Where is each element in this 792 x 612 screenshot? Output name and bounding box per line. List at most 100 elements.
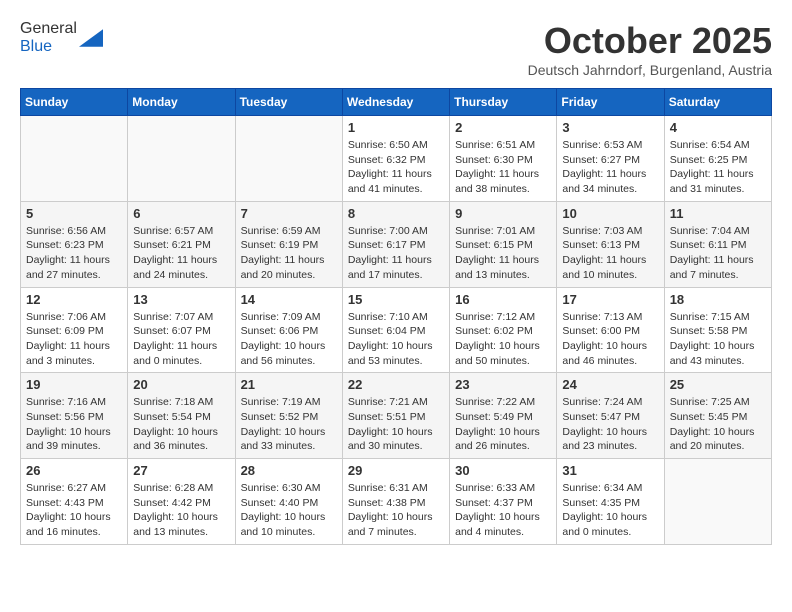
day-info: Sunrise: 6:33 AMSunset: 4:37 PMDaylight:… [455,481,551,540]
weekday-header-friday: Friday [557,89,664,116]
day-cell: 10 Sunrise: 7:03 AMSunset: 6:13 PMDayligh… [557,201,664,287]
day-info: Sunrise: 7:25 AMSunset: 5:45 PMDaylight:… [670,395,766,454]
day-info: Sunrise: 7:01 AMSunset: 6:15 PMDaylight:… [455,224,551,283]
day-info: Sunrise: 6:51 AMSunset: 6:30 PMDaylight:… [455,138,551,197]
weekday-header-tuesday: Tuesday [235,89,342,116]
logo: General Blue [20,20,103,56]
day-info: Sunrise: 6:27 AMSunset: 4:43 PMDaylight:… [26,481,122,540]
day-number: 24 [562,377,658,392]
day-number: 14 [241,292,337,307]
day-cell: 7Sunrise: 6:59 AMSunset: 6:19 PMDaylight… [235,201,342,287]
day-number: 8 [348,206,444,221]
weekday-header-saturday: Saturday [664,89,771,116]
day-cell: 15 Sunrise: 7:10 AMSunset: 6:04 PMDayligh… [342,287,449,373]
weekday-header-sunday: Sunday [21,89,128,116]
day-number: 30 [455,463,551,478]
day-cell: 21Sunrise: 7:19 AMSunset: 5:52 PMDayligh… [235,373,342,459]
day-cell: 11 Sunrise: 7:04 AMSunset: 6:11 PMDayligh… [664,201,771,287]
day-cell: 6Sunrise: 6:57 AMSunset: 6:21 PMDaylight… [128,201,235,287]
day-info: Sunrise: 7:15 AMSunset: 5:58 PMDaylight:… [670,310,766,369]
day-number: 3 [562,120,658,135]
page-header: General Blue October 2025 Deutsch Jahrnd… [20,20,772,78]
day-cell: 30 Sunrise: 6:33 AMSunset: 4:37 PMDayligh… [450,459,557,545]
day-number: 18 [670,292,766,307]
weekday-header-thursday: Thursday [450,89,557,116]
day-cell: 19 Sunrise: 7:16 AMSunset: 5:56 PMDayligh… [21,373,128,459]
day-number: 11 [670,206,766,221]
day-info: Sunrise: 7:03 AMSunset: 6:13 PMDaylight:… [562,224,658,283]
week-row-3: 12 Sunrise: 7:06 AMSunset: 6:09 PMDayligh… [21,287,772,373]
day-number: 10 [562,206,658,221]
weekday-header-monday: Monday [128,89,235,116]
calendar-header: SundayMondayTuesdayWednesdayThursdayFrid… [21,89,772,116]
day-cell: 17Sunrise: 7:13 AMSunset: 6:00 PMDayligh… [557,287,664,373]
day-number: 31 [562,463,658,478]
week-row-5: 26 Sunrise: 6:27 AMSunset: 4:43 PMDayligh… [21,459,772,545]
day-cell [21,116,128,202]
day-number: 20 [133,377,229,392]
day-number: 19 [26,377,122,392]
day-number: 23 [455,377,551,392]
day-number: 5 [26,206,122,221]
day-number: 22 [348,377,444,392]
day-number: 28 [241,463,337,478]
day-number: 16 [455,292,551,307]
month-title: October 2025 [528,20,772,62]
day-cell: 13Sunrise: 7:07 AMSunset: 6:07 PMDayligh… [128,287,235,373]
day-number: 2 [455,120,551,135]
week-row-1: 1Sunrise: 6:50 AMSunset: 6:32 PMDaylight… [21,116,772,202]
day-cell: 5 Sunrise: 6:56 AMSunset: 6:23 PMDaylight… [21,201,128,287]
day-info: Sunrise: 6:30 AMSunset: 4:40 PMDaylight:… [241,481,337,540]
week-row-2: 5 Sunrise: 6:56 AMSunset: 6:23 PMDaylight… [21,201,772,287]
day-info: Sunrise: 7:06 AMSunset: 6:09 PMDaylight:… [26,310,122,369]
day-number: 1 [348,120,444,135]
day-number: 27 [133,463,229,478]
day-info: Sunrise: 7:12 AMSunset: 6:02 PMDaylight:… [455,310,551,369]
day-cell: 4Sunrise: 6:54 AMSunset: 6:25 PMDaylight… [664,116,771,202]
day-cell: 29Sunrise: 6:31 AMSunset: 4:38 PMDayligh… [342,459,449,545]
day-number: 13 [133,292,229,307]
day-cell: 23 Sunrise: 7:22 AMSunset: 5:49 PMDayligh… [450,373,557,459]
day-number: 9 [455,206,551,221]
day-cell: 25 Sunrise: 7:25 AMSunset: 5:45 PMDayligh… [664,373,771,459]
day-number: 15 [348,292,444,307]
day-info: Sunrise: 7:00 AMSunset: 6:17 PMDaylight:… [348,224,444,283]
day-cell: 9 Sunrise: 7:01 AMSunset: 6:15 PMDaylight… [450,201,557,287]
day-number: 25 [670,377,766,392]
day-cell: 22 Sunrise: 7:21 AMSunset: 5:51 PMDayligh… [342,373,449,459]
day-number: 21 [241,377,337,392]
day-number: 12 [26,292,122,307]
day-cell: 3Sunrise: 6:53 AMSunset: 6:27 PMDaylight… [557,116,664,202]
day-info: Sunrise: 7:22 AMSunset: 5:49 PMDaylight:… [455,395,551,454]
day-info: Sunrise: 7:13 AMSunset: 6:00 PMDaylight:… [562,310,658,369]
calendar-body: 1Sunrise: 6:50 AMSunset: 6:32 PMDaylight… [21,116,772,545]
day-cell [235,116,342,202]
weekday-row: SundayMondayTuesdayWednesdayThursdayFrid… [21,89,772,116]
calendar-table: SundayMondayTuesdayWednesdayThursdayFrid… [20,88,772,545]
day-info: Sunrise: 6:56 AMSunset: 6:23 PMDaylight:… [26,224,122,283]
day-number: 4 [670,120,766,135]
week-row-4: 19 Sunrise: 7:16 AMSunset: 5:56 PMDayligh… [21,373,772,459]
day-info: Sunrise: 6:57 AMSunset: 6:21 PMDaylight:… [133,224,229,283]
day-cell: 26 Sunrise: 6:27 AMSunset: 4:43 PMDayligh… [21,459,128,545]
title-block: October 2025 Deutsch Jahrndorf, Burgenla… [528,20,772,78]
logo-blue: Blue [20,38,52,55]
day-info: Sunrise: 7:21 AMSunset: 5:51 PMDaylight:… [348,395,444,454]
day-cell [128,116,235,202]
logo-icon [79,29,103,47]
day-info: Sunrise: 7:16 AMSunset: 5:56 PMDaylight:… [26,395,122,454]
day-info: Sunrise: 7:09 AMSunset: 6:06 PMDaylight:… [241,310,337,369]
day-info: Sunrise: 7:18 AMSunset: 5:54 PMDaylight:… [133,395,229,454]
day-cell: 31 Sunrise: 6:34 AMSunset: 4:35 PMDayligh… [557,459,664,545]
day-cell: 16 Sunrise: 7:12 AMSunset: 6:02 PMDayligh… [450,287,557,373]
day-info: Sunrise: 7:04 AMSunset: 6:11 PMDaylight:… [670,224,766,283]
day-cell [664,459,771,545]
day-info: Sunrise: 6:59 AMSunset: 6:19 PMDaylight:… [241,224,337,283]
logo-text: General Blue [20,20,77,56]
day-info: Sunrise: 6:34 AMSunset: 4:35 PMDaylight:… [562,481,658,540]
day-cell: 28 Sunrise: 6:30 AMSunset: 4:40 PMDayligh… [235,459,342,545]
day-number: 26 [26,463,122,478]
day-cell: 1Sunrise: 6:50 AMSunset: 6:32 PMDaylight… [342,116,449,202]
day-cell: 20 Sunrise: 7:18 AMSunset: 5:54 PMDayligh… [128,373,235,459]
day-info: Sunrise: 7:10 AMSunset: 6:04 PMDaylight:… [348,310,444,369]
